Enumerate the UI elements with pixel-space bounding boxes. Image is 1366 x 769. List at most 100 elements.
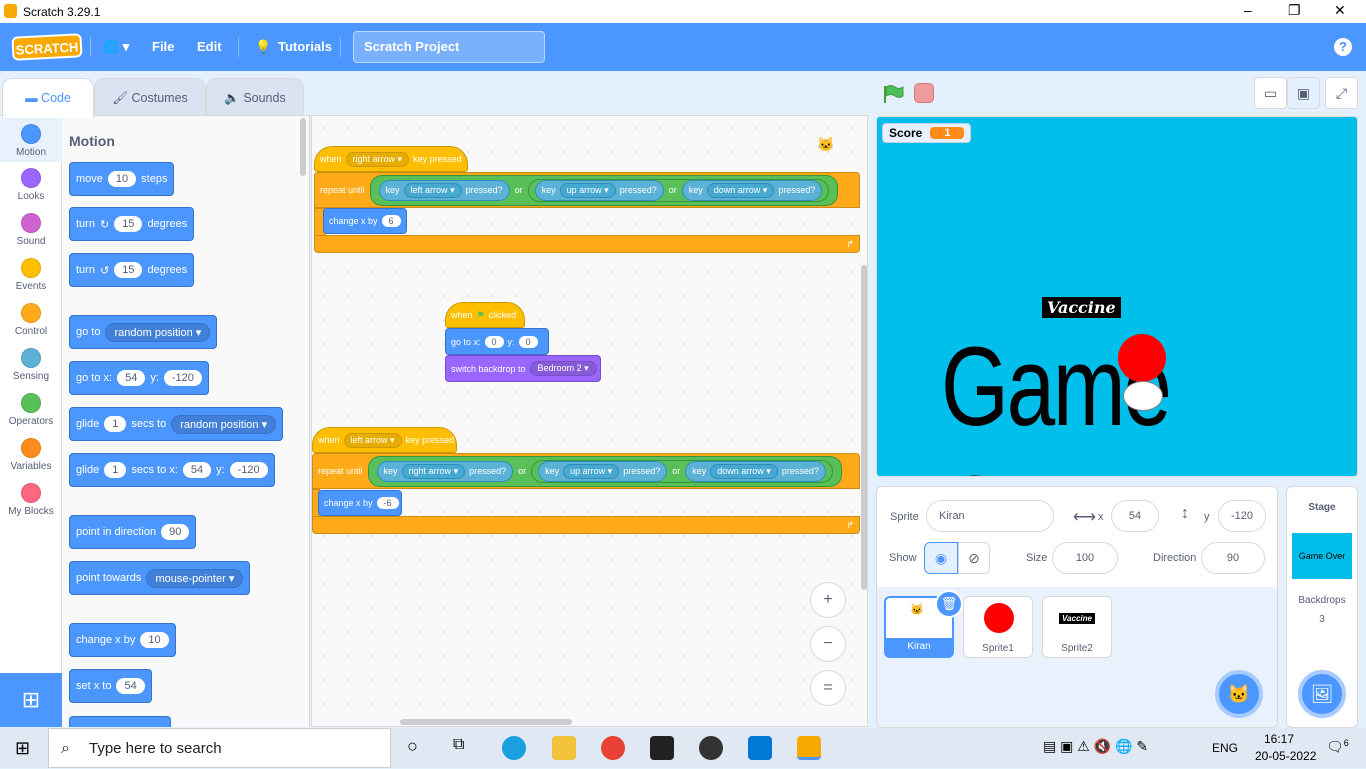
tutorials-button[interactable]: Tutorials — [278, 39, 332, 54]
stage-canvas[interactable]: Score1 Vaccine Game Over — [876, 116, 1358, 477]
key-pressed-sensor[interactable]: key left arrow ▾ pressed? — [378, 179, 510, 201]
notification-icon[interactable]: 🗨6 — [1326, 738, 1349, 756]
task-view-icon[interactable]: ⧉ — [453, 736, 464, 754]
block-partial[interactable] — [69, 716, 171, 727]
edge-icon[interactable] — [502, 736, 526, 760]
project-title-input[interactable]: Scratch Project — [353, 31, 545, 63]
zoom-reset-button[interactable]: = — [810, 670, 846, 706]
key-pressed-sensor[interactable]: key right arrow ▾ pressed? — [376, 460, 514, 482]
x-input[interactable]: 0 — [484, 335, 504, 348]
workspace-vertical-scrollbar[interactable] — [861, 265, 867, 590]
maximize-button[interactable]: ❐ — [1288, 2, 1301, 19]
category-sound[interactable]: Sound — [0, 213, 62, 247]
key-dropdown[interactable]: up arrow ▾ — [563, 463, 620, 479]
add-extension-button[interactable]: ⊞ — [0, 673, 62, 727]
y-input[interactable]: -120 — [1218, 500, 1266, 532]
target-dropdown[interactable]: random position ▾ — [105, 322, 211, 342]
change-x-block[interactable]: change x by 6 — [323, 208, 407, 234]
taskbar-search-input[interactable]: ⌕ Type here to search — [48, 728, 391, 768]
when-flag-clicked-block[interactable]: when ⚑ clicked — [445, 302, 525, 328]
or-operator[interactable]: key up arrow ▾ pressed? or key down arrow ▾… — [531, 459, 833, 483]
degrees-input[interactable]: 15 — [114, 262, 143, 278]
category-events[interactable]: Events — [0, 258, 62, 292]
key-dropdown[interactable]: up arrow ▾ — [559, 182, 616, 198]
category-motion[interactable]: Motion — [0, 118, 62, 162]
block-turn-left[interactable]: turn ↺ 15 degrees — [69, 253, 195, 287]
tab-code[interactable]: ▬ Code — [2, 78, 94, 118]
steps-input[interactable]: 10 — [107, 171, 137, 187]
key-dropdown[interactable]: down arrow ▾ — [706, 182, 775, 198]
key-dropdown[interactable]: left arrow ▾ — [343, 432, 402, 448]
when-key-pressed-block[interactable]: when left arrow ▾ key pressed — [312, 427, 457, 453]
backdrop-dropdown[interactable]: Bedroom 2 ▾ — [529, 361, 597, 376]
vscode-icon[interactable] — [748, 736, 772, 760]
stop-button[interactable] — [914, 83, 934, 103]
y-input[interactable]: -120 — [163, 370, 202, 386]
block-move[interactable]: move 10 steps — [69, 162, 175, 196]
key-pressed-sensor[interactable]: key down arrow ▾ pressed? — [685, 460, 826, 482]
sprite-tile-sprite2[interactable]: Vaccine Sprite2 — [1042, 596, 1112, 658]
block-change-x[interactable]: change x by 10 — [69, 623, 176, 657]
or-operator[interactable]: key left arrow ▾ pressed? or key up arrow ▾… — [369, 174, 839, 206]
normal-stage-button[interactable]: ▣ — [1287, 77, 1320, 109]
key-pressed-sensor[interactable]: key down arrow ▾ pressed? — [681, 179, 823, 201]
app-icon[interactable] — [650, 736, 674, 760]
x-input[interactable]: 54 — [1111, 500, 1159, 532]
kiran-sprite[interactable] — [1123, 381, 1163, 411]
show-hidden-button[interactable]: ⊘ — [958, 542, 990, 574]
sprite-tile-sprite1[interactable]: Sprite1 — [963, 596, 1033, 658]
key-dropdown[interactable]: right arrow ▾ — [345, 151, 410, 167]
block-point-in-direction[interactable]: point in direction 90 — [69, 515, 197, 549]
when-key-pressed-block[interactable]: when right arrow ▾ key pressed — [314, 146, 468, 172]
language-indicator[interactable]: ENG — [1212, 741, 1238, 755]
edit-menu[interactable]: Edit — [197, 39, 222, 54]
target-dropdown[interactable]: random position ▾ — [171, 414, 277, 434]
category-looks[interactable]: Looks — [0, 168, 62, 202]
go-to-xy-block[interactable]: go to x: 0 y: 0 — [445, 328, 549, 355]
minimize-button[interactable]: – — [1244, 2, 1252, 18]
delete-sprite-button[interactable]: 🗑 — [935, 590, 963, 618]
language-menu[interactable]: 🌐 ▾ — [103, 39, 129, 55]
block-set-x[interactable]: set x to 54 — [69, 669, 152, 703]
show-visible-button[interactable]: ◉ — [924, 542, 958, 574]
windows-start-icon[interactable]: ⊞ — [15, 738, 30, 759]
x-input[interactable]: 10 — [140, 632, 169, 648]
category-control[interactable]: Control — [0, 303, 62, 337]
switch-backdrop-block[interactable]: switch backdrop to Bedroom 2 ▾ — [445, 355, 601, 382]
category-variables[interactable]: Variables — [0, 438, 62, 472]
direction-input[interactable]: 90 — [161, 524, 190, 540]
fullscreen-button[interactable]: ⤢ — [1325, 77, 1358, 109]
tab-sounds[interactable]: 🔈 Sounds — [206, 78, 304, 116]
block-point-towards[interactable]: point towards mouse-pointer ▾ — [69, 561, 251, 595]
key-dropdown[interactable]: down arrow ▾ — [710, 463, 778, 479]
repeat-until-block[interactable]: repeat until key left arrow ▾ pressed? or … — [314, 172, 860, 208]
choose-sprite-button[interactable]: 🐱 — [1215, 670, 1263, 718]
key-dropdown[interactable]: right arrow ▾ — [401, 463, 466, 479]
vaccine-sprite[interactable]: Vaccine — [1042, 297, 1121, 318]
palette-scrollbar[interactable] — [300, 118, 306, 176]
y-input[interactable]: 0 — [518, 335, 538, 348]
block-glide-to[interactable]: glide 1 secs to random position ▾ — [69, 407, 284, 441]
zoom-out-button[interactable]: − — [810, 626, 846, 662]
tray-icons[interactable]: ▤ ▣ ⚠ 🔇 🌐 ✎ — [1043, 738, 1148, 755]
category-sensing[interactable]: Sensing — [0, 348, 62, 382]
code-workspace[interactable]: 🐱 when right arrow ▾ key pressed repeat un… — [311, 115, 868, 727]
key-pressed-sensor[interactable]: key up arrow ▾ pressed? — [538, 460, 668, 482]
red-ball-sprite[interactable] — [1118, 334, 1166, 382]
zoom-in-button[interactable]: + — [810, 582, 846, 618]
category-my-blocks[interactable]: My Blocks — [0, 483, 62, 517]
size-input[interactable]: 100 — [1052, 542, 1118, 574]
workspace-horizontal-scrollbar[interactable] — [400, 719, 572, 725]
chrome-icon[interactable] — [601, 736, 625, 760]
cortana-icon[interactable]: ○ — [407, 736, 418, 757]
key-pressed-sensor[interactable]: key up arrow ▾ pressed? — [534, 179, 664, 201]
x-input[interactable]: 54 — [117, 370, 146, 386]
category-operators[interactable]: Operators — [0, 393, 62, 427]
change-x-block[interactable]: change x by -6 — [318, 490, 402, 516]
repeat-until-block[interactable]: repeat until key right arrow ▾ pressed? or… — [312, 453, 860, 489]
help-icon[interactable]: ? — [1334, 38, 1352, 56]
secs-input[interactable]: 1 — [104, 462, 127, 478]
file-menu[interactable]: File — [152, 39, 174, 54]
close-button[interactable]: ✕ — [1334, 2, 1346, 19]
x-input[interactable]: 54 — [116, 678, 145, 694]
